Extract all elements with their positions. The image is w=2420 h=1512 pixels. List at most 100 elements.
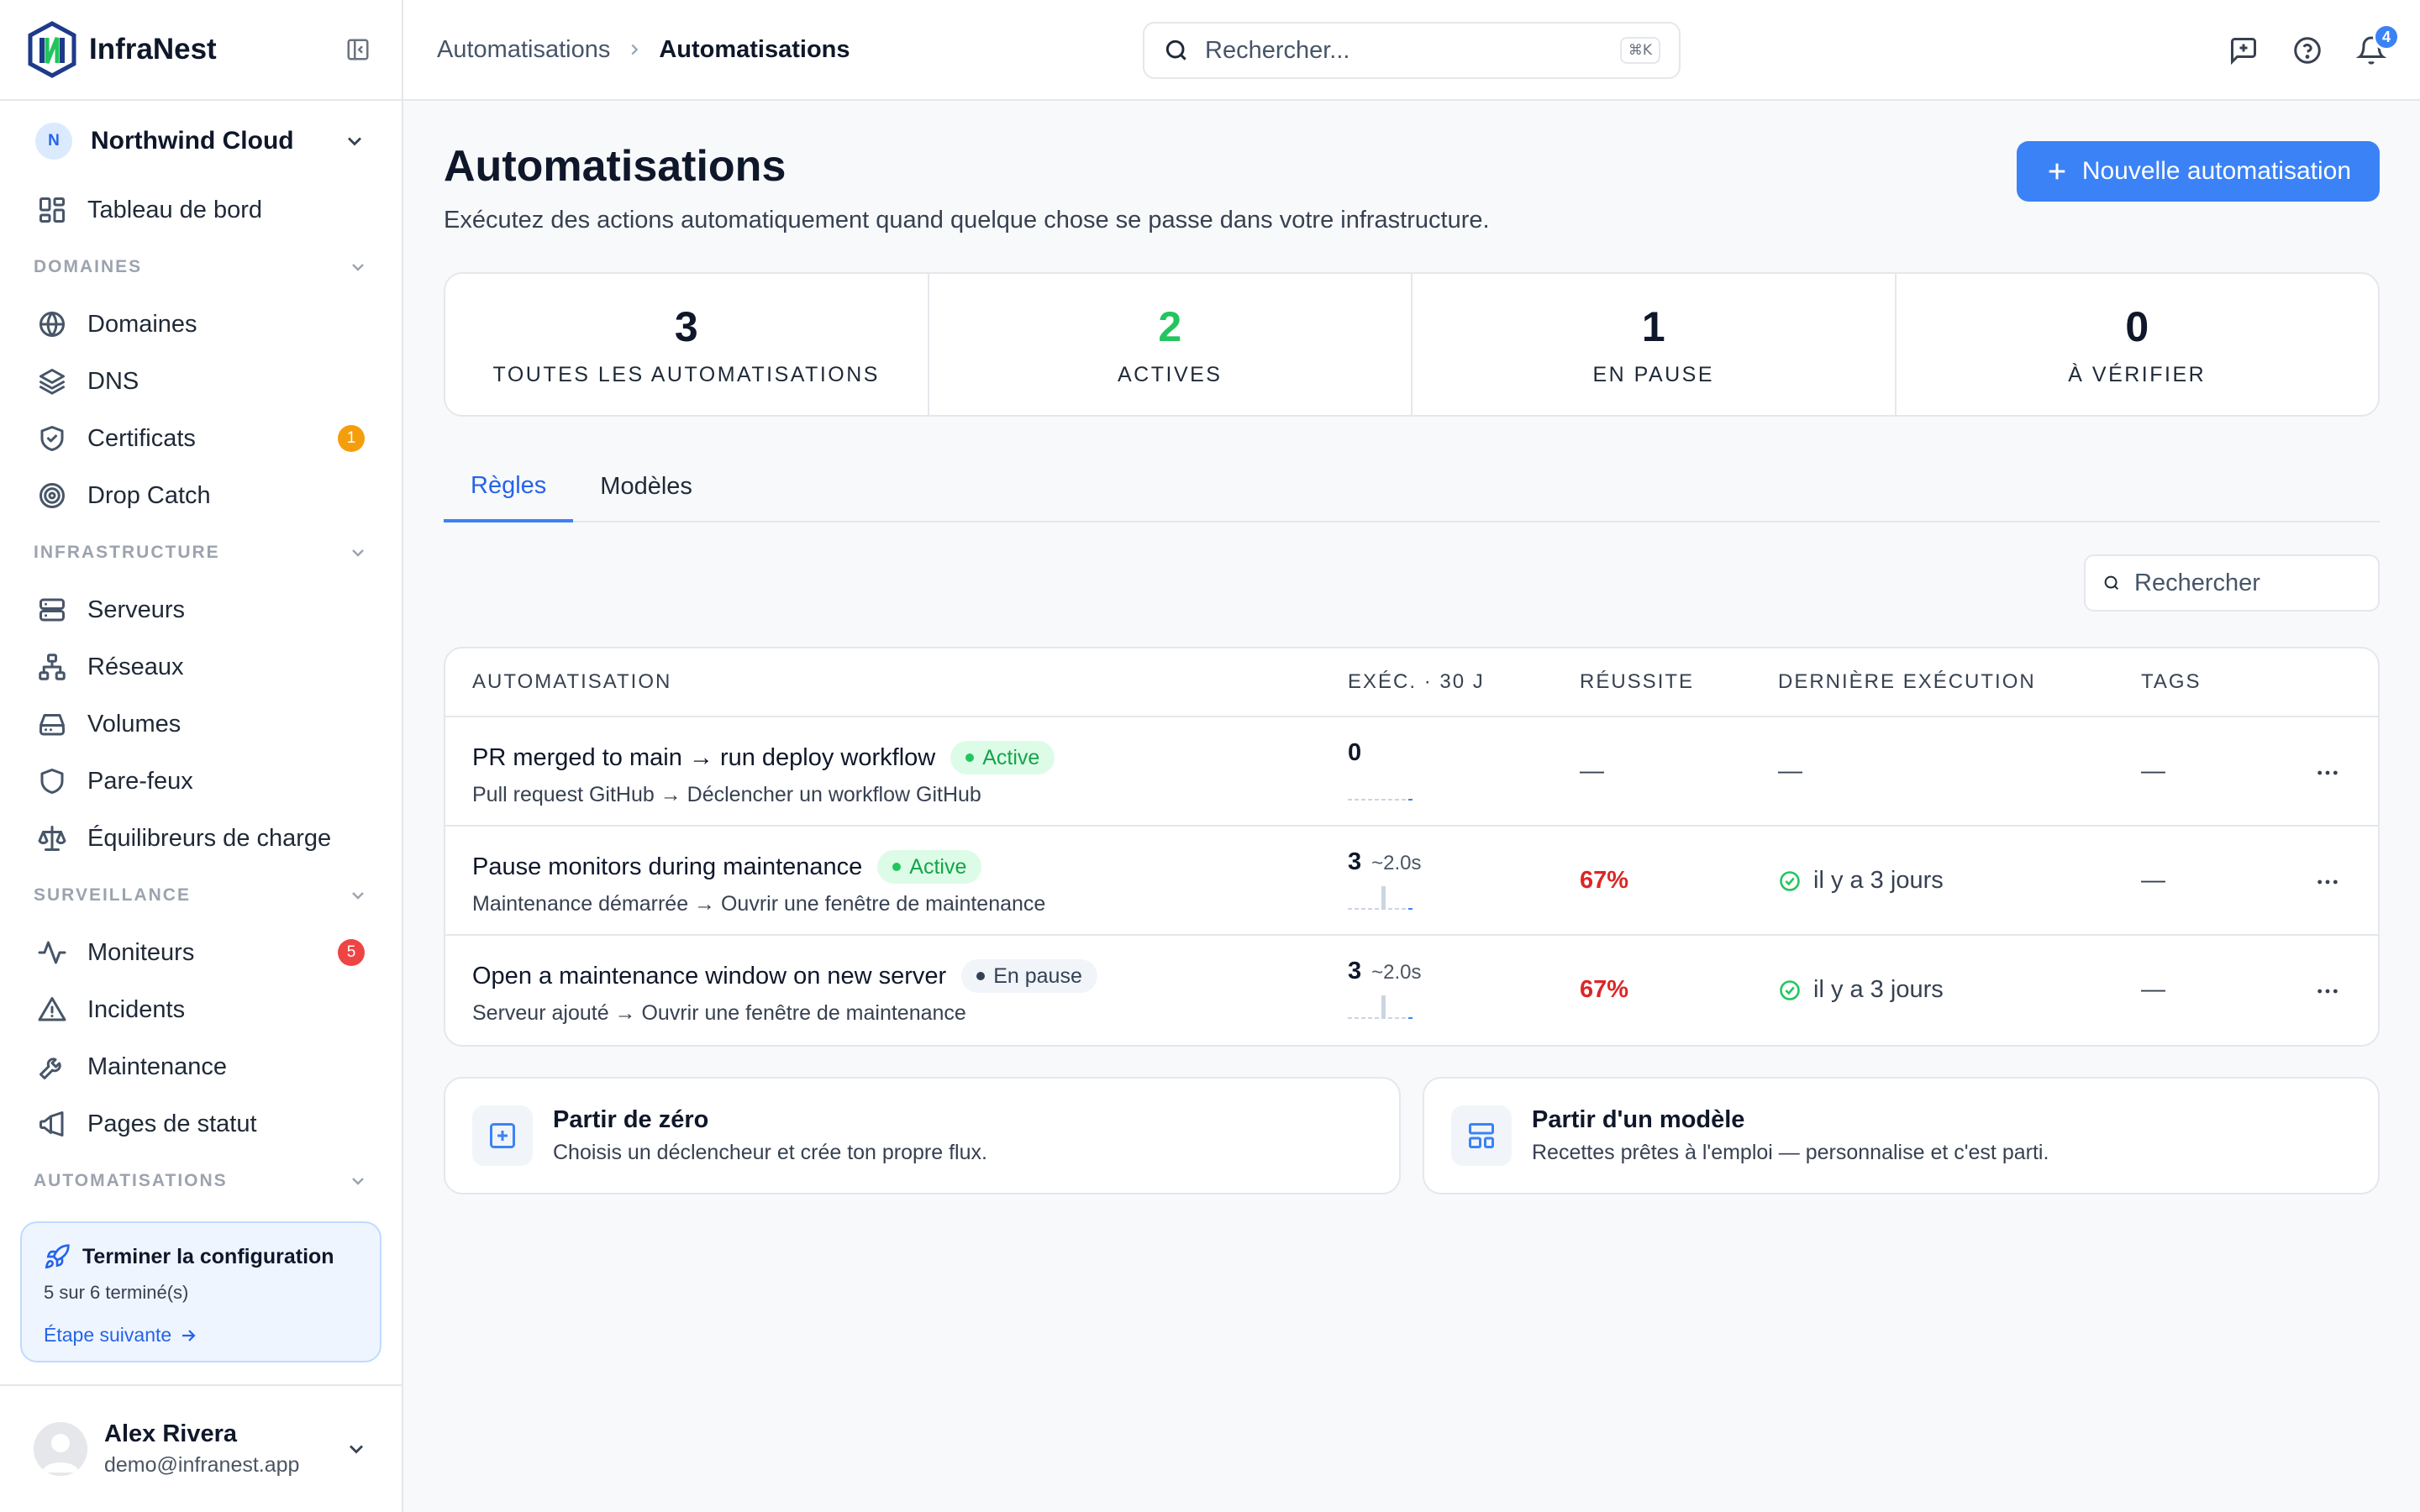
- sparkline-bar: [1368, 1017, 1372, 1019]
- network-icon: [39, 654, 66, 680]
- global-search[interactable]: ⌘K: [1143, 22, 1681, 79]
- sidebar-item-label: Drop Catch: [87, 481, 211, 509]
- sidebar-item-dashboard[interactable]: Tableau de bord: [0, 181, 402, 239]
- column-header-automation[interactable]: AUTOMATISATION: [472, 670, 671, 694]
- success-rate: 67%: [1580, 867, 1629, 894]
- topbar: Automatisations Automatisations ⌘K 4: [403, 0, 2420, 101]
- row-actions-button[interactable]: [2314, 978, 2341, 1005]
- tab-rules[interactable]: Règles: [444, 452, 574, 522]
- sparkline-bar: [1408, 1017, 1413, 1019]
- tab-templates[interactable]: Modèles: [573, 452, 719, 521]
- search-input[interactable]: [1205, 36, 1620, 65]
- column-header-tags[interactable]: TAGS: [2141, 670, 2202, 694]
- org-switcher[interactable]: N Northwind Cloud: [0, 101, 402, 181]
- page-title: Automatisations: [444, 142, 786, 191]
- table-header: AUTOMATISATION EXÉC. · 30 J RÉUSSITE DER…: [445, 648, 2378, 717]
- nav-section-surveillance[interactable]: SURVEILLANCE: [0, 867, 402, 924]
- nav-sections: DOMAINES Domaines DNS Certificats 1 Drop Catc…: [0, 239, 402, 1200]
- more-horizontal-icon: [2317, 770, 2338, 775]
- sidebar-item-reseaux[interactable]: Réseaux: [0, 638, 402, 696]
- column-header-last-run[interactable]: DERNIÈRE EXÉCUTION: [1778, 670, 2036, 694]
- status-badge: Active: [950, 741, 1055, 774]
- collapse-sidebar-button[interactable]: [341, 33, 375, 66]
- new-automation-button[interactable]: Nouvelle automatisation: [2016, 141, 2380, 202]
- sidebar-item-serveurs[interactable]: Serveurs: [0, 581, 402, 638]
- tags-cell: —: [2141, 758, 2165, 785]
- sidebar: InfraNest N Northwind Cloud Tableau de b…: [0, 0, 403, 1512]
- table-body: PR merged to main → run deploy workflow A…: [445, 717, 2378, 1045]
- next-step-link[interactable]: Étape suivante: [44, 1324, 358, 1347]
- automation-title[interactable]: Pause monitors during maintenance: [472, 853, 862, 881]
- sparkline-bar: [1402, 908, 1406, 910]
- setup-card: Terminer la configuration 5 sur 6 termin…: [20, 1221, 381, 1362]
- chevron-down-icon: [350, 1445, 363, 1454]
- sidebar-item-maintenance[interactable]: Maintenance: [0, 1038, 402, 1095]
- feedback-button[interactable]: [2228, 35, 2259, 66]
- automation-title[interactable]: Open a maintenance window on new server: [472, 963, 946, 990]
- row-actions-button[interactable]: [2314, 869, 2341, 895]
- nav-section-domaines[interactable]: DOMAINES: [0, 239, 402, 296]
- next-step-label: Étape suivante: [44, 1324, 172, 1346]
- sidebar-item-label: Maintenance: [87, 1053, 228, 1080]
- table-row[interactable]: PR merged to main → run deploy workflow A…: [445, 717, 2378, 827]
- sidebar-item-domaines[interactable]: Domaines: [0, 296, 402, 353]
- exec-count: 3: [1348, 958, 1362, 984]
- sidebar-item-dns[interactable]: DNS: [0, 353, 402, 410]
- help-button[interactable]: [2292, 35, 2323, 66]
- sidebar-item-equilibreurs-de-charge[interactable]: Équilibreurs de charge: [0, 810, 402, 867]
- exec-sparkline: [1348, 886, 1413, 910]
- sparkline-bar: [1402, 799, 1406, 801]
- starter-description: Choisis un déclencheur et crée ton propr…: [553, 1141, 987, 1164]
- sidebar-item-pare-feux[interactable]: Pare-feux: [0, 753, 402, 810]
- column-header-success[interactable]: RÉUSSITE: [1580, 670, 1694, 694]
- last-run-time: il y a 3 jours: [1813, 867, 1944, 894]
- sparkline-bar: [1348, 908, 1352, 910]
- user-name: Alex Rivera: [104, 1420, 237, 1447]
- layout-grid-icon: [39, 197, 65, 223]
- notifications-button[interactable]: 4: [2356, 24, 2400, 66]
- sidebar-item-incidents[interactable]: Incidents: [0, 981, 402, 1038]
- sidebar-item-label: Volumes: [87, 710, 182, 738]
- notification-count-badge: 4: [2373, 24, 2400, 50]
- sidebar-item-moniteurs[interactable]: Moniteurs 5: [0, 924, 402, 981]
- sparkline-bar: [1348, 1017, 1352, 1019]
- hard-drive-icon: [39, 714, 65, 736]
- nav-section-automatisations[interactable]: AUTOMATISATIONS: [0, 1152, 402, 1200]
- column-header-exec[interactable]: EXÉC. · 30 J: [1348, 670, 1485, 694]
- table-row[interactable]: Open a maintenance window on new server E…: [445, 936, 2378, 1045]
- wrench-icon: [39, 1058, 61, 1079]
- last-run-time: —: [1778, 758, 1802, 785]
- sidebar-item-certificats[interactable]: Certificats 1: [0, 410, 402, 467]
- table-row[interactable]: Pause monitors during maintenance Active M…: [445, 827, 2378, 936]
- brand-name: InfraNest: [89, 33, 217, 66]
- setup-title: Terminer la configuration: [82, 1244, 334, 1268]
- sidebar-item-pages-de-statut[interactable]: Pages de statut: [0, 1095, 402, 1152]
- sidebar-item-drop-catch[interactable]: Drop Catch: [0, 467, 402, 524]
- user-menu[interactable]: Alex Rivera demo@infranest.app: [0, 1384, 402, 1512]
- stat-active: 2 ACTIVES: [929, 274, 1413, 415]
- globe-icon: [39, 312, 65, 337]
- table-search-input[interactable]: [2134, 569, 2361, 597]
- check-circle-icon: [1780, 979, 1800, 1000]
- avatar: [34, 1422, 87, 1476]
- plus-icon: [2049, 163, 2065, 180]
- exec-cell: 3 ~2.0s: [1348, 958, 1422, 1021]
- infranest-logo-icon: [28, 21, 76, 78]
- automation-title[interactable]: PR merged to main → run deploy workflow: [472, 744, 935, 772]
- sparkline-bar: [1361, 799, 1365, 801]
- table-search[interactable]: [2084, 554, 2380, 612]
- sidebar-item-label: Domaines: [87, 310, 197, 338]
- count-badge: 1: [338, 425, 365, 452]
- new-automation-label: Nouvelle automatisation: [2081, 157, 2351, 185]
- arrow-right-icon: [182, 1329, 196, 1341]
- sidebar-item-volumes[interactable]: Volumes: [0, 696, 402, 753]
- sidebar-nav: Tableau de bord DOMAINES Domaines DNS Certi…: [0, 181, 402, 1200]
- row-actions-button[interactable]: [2314, 759, 2341, 786]
- nav-section-label: DOMAINES: [34, 257, 143, 276]
- start-from-scratch-card[interactable]: Partir de zéro Choisis un déclencheur et…: [444, 1077, 1401, 1194]
- breadcrumb-parent[interactable]: Automatisations: [437, 36, 610, 64]
- start-from-template-card[interactable]: Partir d'un modèle Recettes prêtes à l'e…: [1423, 1077, 2380, 1194]
- success-rate: 67%: [1580, 976, 1629, 1003]
- template-icon: [1451, 1105, 1512, 1166]
- nav-section-infrastructure[interactable]: INFRASTRUCTURE: [0, 524, 402, 581]
